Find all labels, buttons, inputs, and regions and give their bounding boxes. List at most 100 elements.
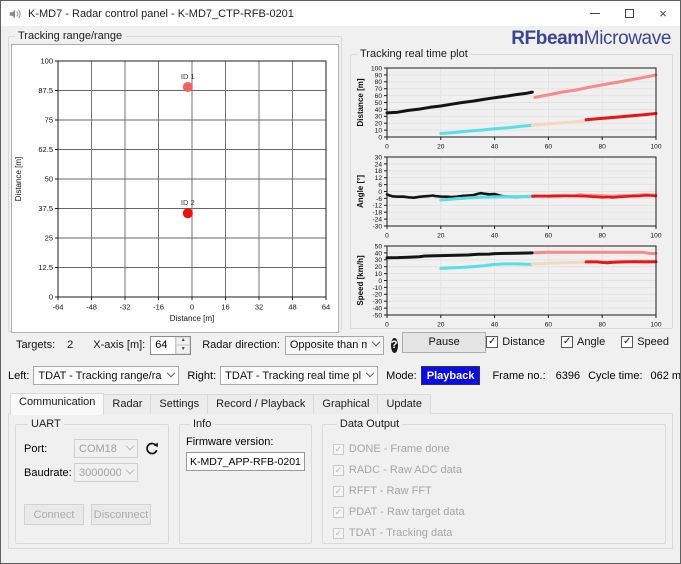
left-select-label: Left:: [8, 369, 30, 382]
svg-text:60: 60: [375, 93, 383, 100]
minimize-button[interactable]: [578, 1, 612, 26]
rfft-checkbox[interactable]: [332, 485, 344, 497]
tdat-checkbox[interactable]: [332, 527, 344, 539]
tab-settings[interactable]: Settings: [150, 394, 209, 414]
disconnect-button[interactable]: Disconnect: [91, 504, 151, 525]
tab-record-playback[interactable]: Record / Playback: [207, 394, 315, 414]
baudrate-select[interactable]: 3000000: [74, 463, 138, 482]
realtime-charts: 0 10 20 30 40 50 60 70 80 90 100 0 20 40 60 80 100 Distan…: [353, 62, 670, 329]
svg-text:80: 80: [599, 233, 607, 239]
svg-text:80: 80: [599, 144, 607, 150]
tab-graphical[interactable]: Graphical: [313, 394, 379, 414]
chevron-down-icon: [167, 368, 176, 377]
right-plot-select[interactable]: TDAT - Tracking real time plot: [220, 366, 379, 385]
svg-text:-32: -32: [120, 303, 131, 312]
port-select[interactable]: COM18: [74, 439, 138, 458]
svg-text:50: 50: [45, 174, 53, 183]
radc-checkbox[interactable]: [332, 464, 344, 476]
svg-text:20: 20: [437, 322, 445, 328]
baudrate-value: 3000000: [79, 466, 121, 479]
speed-checkbox[interactable]: [621, 336, 634, 348]
svg-text:Speed [km/h]: Speed [km/h]: [356, 255, 365, 306]
svg-text:80: 80: [599, 322, 607, 328]
svg-text:20: 20: [375, 264, 383, 271]
tab-update[interactable]: Update: [377, 394, 431, 414]
close-button[interactable]: ×: [646, 1, 680, 26]
xaxis-input[interactable]: [151, 336, 176, 354]
svg-text:0: 0: [190, 303, 194, 312]
svg-text:6: 6: [378, 182, 382, 189]
port-row: Port: COM18: [24, 439, 160, 458]
xaxis-stepper: ▲ ▼: [150, 335, 192, 355]
connect-button[interactable]: Connect: [24, 504, 84, 525]
svg-text:30: 30: [375, 114, 383, 121]
svg-text:-20: -20: [372, 292, 382, 299]
speed-checkbox-item: Speed: [621, 336, 669, 348]
svg-text:12.5: 12.5: [38, 263, 53, 272]
refresh-ports-icon[interactable]: [144, 441, 160, 457]
svg-text:0: 0: [385, 144, 389, 150]
pdat-checkbox-label: PDAT - Raw target data: [348, 506, 465, 518]
svg-text:0: 0: [385, 233, 389, 239]
svg-text:Distance [m]: Distance [m]: [170, 314, 214, 323]
port-value: COM18: [79, 442, 117, 455]
svg-text:-30: -30: [372, 299, 382, 306]
svg-text:24: 24: [375, 161, 383, 168]
tdat-checkbox-item: TDAT - Tracking data: [332, 527, 655, 539]
svg-text:40: 40: [491, 144, 499, 150]
uart-buttons: Connect Disconnect: [24, 504, 160, 525]
realtime-plot-group: Tracking real time plot 0 10 20 30 40 50 60 70 8…: [350, 48, 673, 329]
maximize-button[interactable]: [612, 1, 646, 26]
xaxis-spin-buttons: ▲ ▼: [175, 336, 191, 354]
mode-value-field[interactable]: Playback: [420, 366, 481, 385]
radc-checkbox-item: RADC - Raw ADC data: [332, 464, 655, 476]
spin-down-icon[interactable]: ▼: [176, 345, 191, 354]
svg-text:0: 0: [378, 278, 382, 285]
cycle-time-value: 062 ms: [650, 369, 681, 382]
frame-no-label: Frame no.:: [492, 369, 546, 382]
logo-light-text: Microwave: [583, 28, 672, 49]
tab-communication[interactable]: Communication: [10, 393, 105, 415]
distance-checkbox[interactable]: [486, 336, 499, 348]
window-controls: ×: [578, 1, 680, 26]
svg-text:60: 60: [545, 233, 553, 239]
svg-text:100: 100: [371, 65, 382, 72]
svg-text:-18: -18: [372, 210, 382, 217]
logo-row: RFbeamMicrowave: [350, 28, 673, 49]
svg-text:70: 70: [375, 86, 383, 93]
window-content: Tracking range/range 0 12.5 25 37.5 50 62.5 75…: [1, 26, 680, 549]
tracking-range-group-title: Tracking range/range: [18, 30, 123, 42]
data-output-group-title: Data Output: [339, 418, 400, 430]
svg-text:87.5: 87.5: [38, 86, 53, 95]
done-checkbox-item: DONE - Frame done: [332, 443, 655, 455]
title-bar: K-MD7 - Radar control panel - K-MD7_CTP-…: [1, 1, 680, 26]
distance-plot: 01020304050607080901000 20 40 60 80 100Distan…: [356, 65, 662, 150]
app-speaker-icon: [9, 9, 21, 18]
distance-checkbox-label: Distance: [502, 336, 546, 348]
svg-text:-10: -10: [372, 285, 382, 292]
rfft-checkbox-label: RFFT - Raw FFT: [348, 485, 432, 497]
svg-text:60: 60: [545, 322, 553, 328]
pdat-checkbox[interactable]: [332, 506, 344, 518]
speed-checkbox-label: Speed: [637, 336, 669, 348]
done-checkbox[interactable]: [332, 443, 344, 455]
svg-text:-50: -50: [372, 312, 382, 319]
angle-checkbox[interactable]: [561, 336, 574, 348]
right-column: RFbeamMicrowave Tracking real time plot …: [350, 28, 673, 358]
firmware-version-field[interactable]: K-MD7_APP-RFB-0201: [186, 452, 305, 471]
svg-text:62.5: 62.5: [38, 145, 53, 154]
svg-text:50: 50: [375, 243, 383, 250]
mode-label: Mode:: [386, 369, 417, 382]
angle-checkbox-item: Angle: [561, 336, 605, 348]
tab-radar[interactable]: Radar: [103, 394, 152, 414]
svg-text:30: 30: [375, 154, 383, 161]
svg-text:Angle [°]: Angle [°]: [356, 175, 365, 208]
svg-text:0: 0: [49, 292, 53, 301]
spin-up-icon[interactable]: ▲: [176, 336, 191, 345]
left-plot-select[interactable]: TDAT - Tracking range/range: [33, 366, 180, 385]
rfbeam-logo: RFbeamMicrowave: [511, 28, 671, 49]
pause-button[interactable]: Pause: [402, 331, 487, 353]
chevron-down-icon: [125, 465, 135, 474]
radar-direction-label: Radar direction:: [202, 339, 280, 351]
chevron-down-icon: [125, 441, 135, 450]
